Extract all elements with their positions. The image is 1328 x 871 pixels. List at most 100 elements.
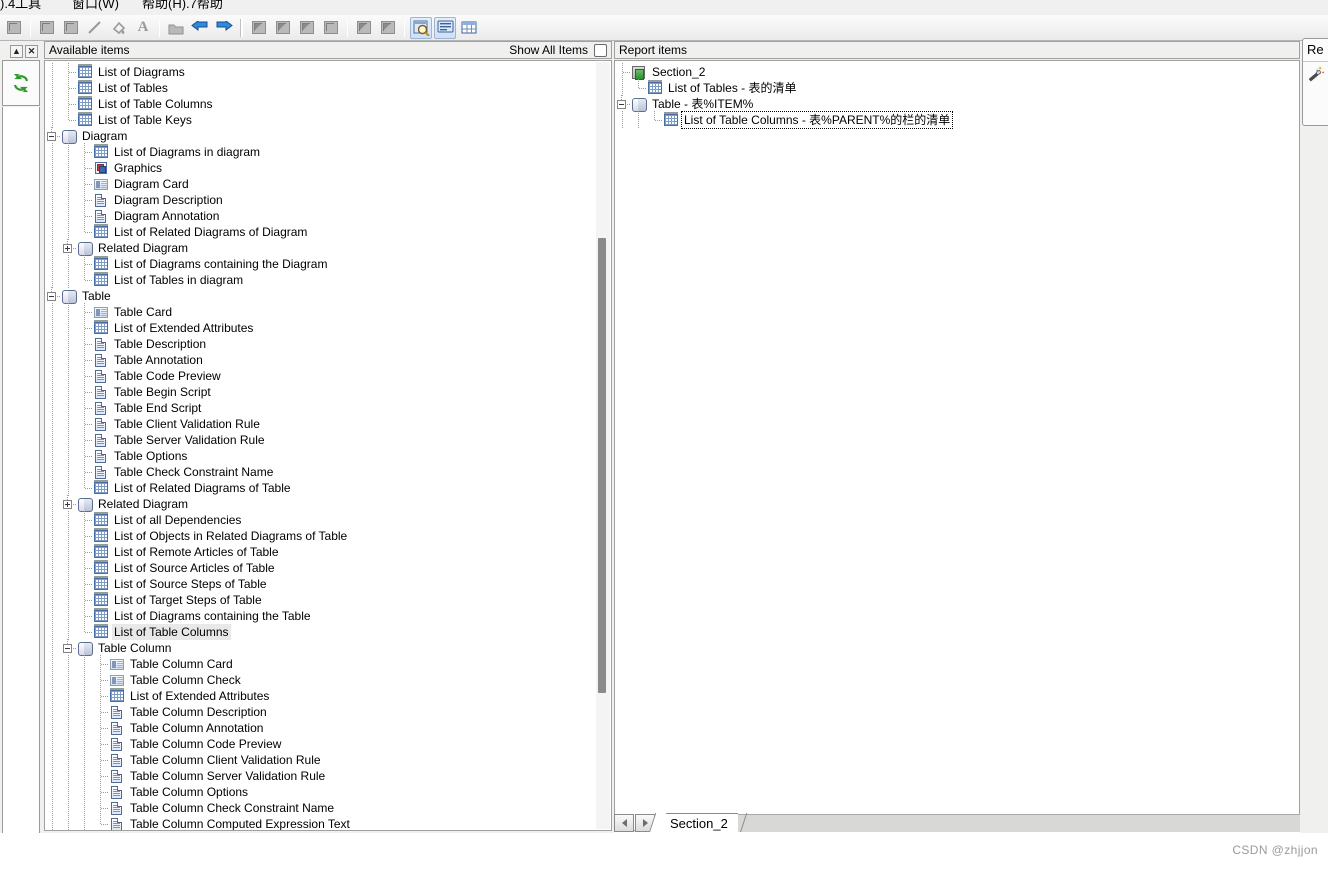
tree-item[interactable]: Table Column Annotation	[45, 719, 611, 736]
tree-item[interactable]: Section_2	[615, 63, 1299, 80]
menu-item-window[interactable]: 窗口(W)	[72, 0, 119, 12]
tree-indent-guide	[77, 735, 93, 752]
tree-indent-guide	[61, 559, 77, 576]
scrollbar-thumb[interactable]	[598, 238, 606, 693]
tree-item[interactable]: List of Objects in Related Diagrams of T…	[45, 527, 611, 544]
tree-item[interactable]: List of Related Diagrams of Diagram	[45, 223, 611, 240]
preview-button[interactable]	[410, 16, 432, 39]
tree-item[interactable]: List of Diagrams containing the Table	[45, 607, 611, 624]
tree-item[interactable]: List of Tables - 表的清单	[615, 79, 1299, 96]
tab-section-2[interactable]: Section_2	[658, 813, 738, 832]
tree-item[interactable]: Table Annotation	[45, 351, 611, 368]
close-icon[interactable]: ✕	[25, 44, 38, 58]
tree-item[interactable]: Table Code Preview	[45, 367, 611, 384]
available-items-scrollbar[interactable]	[596, 62, 610, 829]
shape-button[interactable]	[36, 17, 58, 39]
minus-icon[interactable]	[47, 132, 56, 141]
tree-expander-minus[interactable]	[615, 95, 631, 112]
resources-flyout-panel[interactable]: Re	[1302, 38, 1328, 126]
tree-item[interactable]: Table Column Description	[45, 703, 611, 720]
tree-item[interactable]: Table Column Card	[45, 655, 611, 672]
tab-prev-button[interactable]	[614, 814, 634, 832]
tree-expander-minus[interactable]	[45, 127, 61, 144]
tree-item[interactable]: List of Table Columns	[45, 95, 611, 112]
tree-expander-minus[interactable]	[61, 639, 77, 656]
tree-item[interactable]: List of Related Diagrams of Table	[45, 479, 611, 496]
tree-item[interactable]: Table - 表%ITEM%	[615, 95, 1299, 112]
refresh-icon[interactable]	[12, 74, 30, 92]
line-button[interactable]	[84, 17, 106, 39]
tree-item[interactable]: List of Diagrams in diagram	[45, 143, 611, 160]
report-items-tree[interactable]: Section_2 List of Tables - 表的清单 Table - 表%…	[614, 60, 1300, 831]
align-top-left-button[interactable]	[248, 17, 270, 39]
tree-item[interactable]: Table Column Options	[45, 783, 611, 800]
show-all-items-checkbox[interactable]	[594, 43, 607, 57]
tree-item[interactable]: List of all Dependencies	[45, 511, 611, 528]
tree-item[interactable]: Table Column Client Validation Rule	[45, 751, 611, 768]
tree-item[interactable]: Table Card	[45, 303, 611, 320]
tree-item[interactable]: List of Source Steps of Table	[45, 575, 611, 592]
magic-wand-icon[interactable]	[1307, 65, 1325, 86]
menu-item-tools[interactable]: ).4工具	[0, 0, 41, 12]
minus-icon[interactable]	[63, 644, 72, 653]
tree-item[interactable]: List of Diagrams	[45, 63, 611, 80]
tree-item[interactable]: List of Table Columns - 表%PARENT%的栏的清单	[615, 111, 1299, 129]
tree-expander-plus[interactable]	[61, 239, 77, 256]
grid-view-button[interactable]	[458, 17, 480, 39]
tree-expander-plus[interactable]	[61, 495, 77, 512]
tree-item[interactable]: List of Tables	[45, 79, 611, 96]
tree-item[interactable]: Diagram Annotation	[45, 207, 611, 224]
tree-item[interactable]: Table Description	[45, 335, 611, 352]
tree-item[interactable]: Table Options	[45, 447, 611, 464]
tree-item[interactable]: Related Diagram	[45, 495, 611, 512]
align-top-right-button[interactable]	[296, 17, 318, 39]
tree-item[interactable]: List of Table Keys	[45, 111, 611, 128]
tree-item[interactable]: Table Column Computed Expression Text	[45, 815, 611, 830]
align-bottom-right-button[interactable]	[377, 17, 399, 39]
align-middle-button[interactable]	[320, 17, 342, 39]
tree-item[interactable]: Table Column Check	[45, 671, 611, 688]
align-top-button[interactable]	[272, 17, 294, 39]
menu-item-help[interactable]: 帮助(H).7帮助	[142, 0, 223, 12]
previous-button[interactable]	[189, 17, 211, 39]
minus-icon[interactable]	[47, 292, 56, 301]
tree-item[interactable]: List of Diagrams containing the Diagram	[45, 255, 611, 272]
tree-item[interactable]: Table Server Validation Rule	[45, 431, 611, 448]
tree-expander-minus[interactable]	[45, 287, 61, 304]
plus-icon[interactable]	[63, 244, 72, 253]
tree-item[interactable]: List of Remote Articles of Table	[45, 543, 611, 560]
tree-item[interactable]: Table End Script	[45, 399, 611, 416]
tree-item[interactable]: Graphics	[45, 159, 611, 176]
mini-panel-list[interactable]	[2, 107, 40, 867]
tree-item[interactable]: Table	[45, 287, 611, 304]
tree-item[interactable]: List of Tables in diagram	[45, 271, 611, 288]
tree-item[interactable]: List of Extended Attributes	[45, 319, 611, 336]
tree-item[interactable]: Table Column	[45, 639, 611, 656]
frame-button[interactable]	[60, 17, 82, 39]
align-bottom-left-button[interactable]	[353, 17, 375, 39]
tree-item[interactable]: List of Target Steps of Table	[45, 591, 611, 608]
tree-item[interactable]: Table Client Validation Rule	[45, 415, 611, 432]
tree-item[interactable]: Table Begin Script	[45, 383, 611, 400]
tree-item[interactable]: Related Diagram	[45, 239, 611, 256]
tree-item[interactable]: Table Column Server Validation Rule	[45, 767, 611, 784]
minus-icon[interactable]	[617, 100, 626, 109]
pin-icon[interactable]: ▲	[10, 44, 23, 58]
folder-button[interactable]	[165, 17, 187, 39]
tree-item[interactable]: List of Extended Attributes	[45, 687, 611, 704]
available-items-tree[interactable]: List of Diagrams List of Tables List of Ta…	[44, 60, 612, 831]
tree-item[interactable]: Diagram	[45, 127, 611, 144]
tree-item[interactable]: Table Column Check Constraint Name	[45, 799, 611, 816]
paste-button[interactable]	[3, 17, 25, 39]
tree-item[interactable]: Diagram Description	[45, 191, 611, 208]
text-button[interactable]: A	[132, 17, 154, 39]
tree-item[interactable]: List of Table Columns	[45, 623, 611, 640]
report-items-button[interactable]	[434, 16, 456, 39]
next-button[interactable]	[213, 17, 235, 39]
fill-color-button[interactable]	[108, 17, 130, 39]
tree-item[interactable]: Diagram Card	[45, 175, 611, 192]
plus-icon[interactable]	[63, 500, 72, 509]
tree-item[interactable]: Table Check Constraint Name	[45, 463, 611, 480]
tree-item[interactable]: Table Column Code Preview	[45, 735, 611, 752]
tree-item[interactable]: List of Source Articles of Table	[45, 559, 611, 576]
